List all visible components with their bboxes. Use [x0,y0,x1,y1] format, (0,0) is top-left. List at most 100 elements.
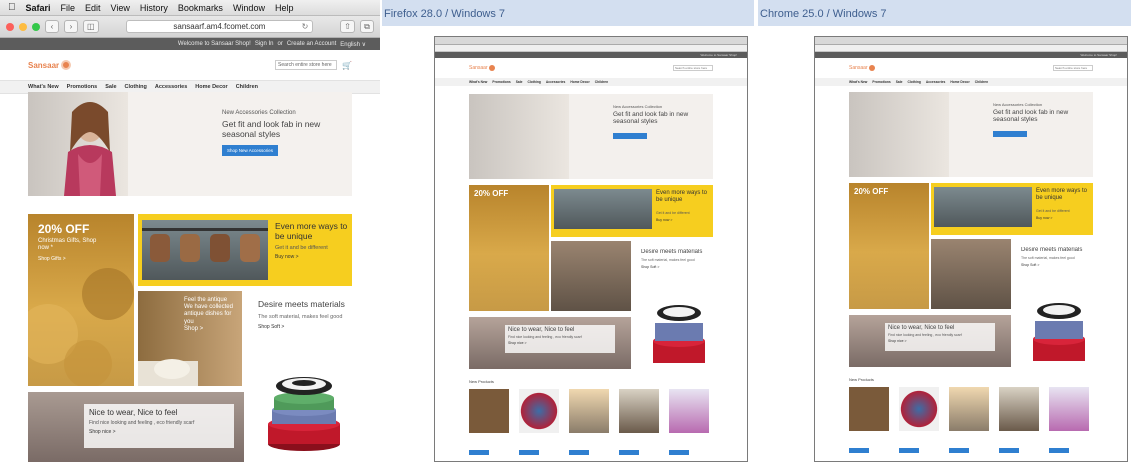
cr-shop-nice-link[interactable]: Shop nice > [888,339,992,343]
cr-product-5[interactable] [1049,387,1089,453]
cr-nav-accessories[interactable]: Accessories [926,80,945,84]
cr-product-3[interactable] [949,387,989,453]
nav-home-decor[interactable]: Home Decor [195,84,227,90]
search-input[interactable]: Search entire store here [275,60,338,70]
shop-nice-link[interactable]: Shop nice > [89,429,229,435]
cr-buy-now-link[interactable]: Buy now > [1036,216,1052,220]
cr-antique-tile[interactable] [931,239,1011,309]
nav-whats-new[interactable]: What's New [28,84,59,90]
cr-nav-home-decor[interactable]: Home Decor [950,80,969,84]
ff-bags-tile[interactable]: Even more ways to be unique Get it and b… [551,185,713,237]
firefox-search-input[interactable]: Search entire store here [673,65,713,71]
ff-product-4-cart-button[interactable] [619,450,639,455]
shop-soft-link[interactable]: Shop Soft > [258,324,353,330]
menu-edit[interactable]: Edit [85,3,101,13]
menu-bookmarks[interactable]: Bookmarks [178,3,223,13]
ff-nav-whats-new[interactable]: What's New [469,80,487,84]
address-bar[interactable]: sansaarf.am4.fcomet.com ↻ [125,20,314,33]
cr-product-4-cart-button[interactable] [999,448,1019,453]
minimize-window-button[interactable] [19,22,27,31]
menu-history[interactable]: History [140,3,168,13]
chrome-site-logo[interactable]: Sansaar [849,65,875,71]
nav-accessories[interactable]: Accessories [155,84,187,90]
reload-icon[interactable]: ↻ [302,22,309,31]
ff-buy-now-link[interactable]: Buy now > [656,218,672,222]
cr-wear-tile[interactable]: Nice to wear, Nice to feel Find nice loo… [849,315,1011,367]
ff-product-1-cart-button[interactable] [469,450,489,455]
chrome-search-input[interactable]: Search entire store here [1053,65,1093,71]
cr-bags-tile[interactable]: Even more ways to be unique Get it and b… [931,183,1093,235]
nav-children[interactable]: Children [236,84,258,90]
cr-product-2[interactable] [899,387,939,453]
promo-antique-tile[interactable]: Feel the antique We have collected antiq… [138,291,242,386]
menu-safari[interactable]: Safari [26,3,51,13]
firefox-hero[interactable]: New Accessories Collection Get fit and l… [469,94,713,179]
sign-in-link[interactable]: Sign In [255,41,274,47]
hero-banner[interactable]: New Accessories Collection Get fit and l… [28,92,352,196]
cr-nav-sale[interactable]: Sale [896,80,903,84]
tabs-icon[interactable]: ⧉ [360,20,374,33]
ff-product-3[interactable] [569,389,609,455]
cr-product-1[interactable] [849,387,889,453]
sidebar-icon[interactable]: ◫ [83,20,99,33]
apple-icon[interactable]:  [8,2,16,13]
ff-nav-clothing[interactable]: Clothing [528,80,541,84]
promo-wear-tile[interactable]: Nice to wear, Nice to feel Find nice loo… [28,392,244,462]
promo-bags-tile[interactable]: Even more ways to be unique Get it and b… [138,214,352,286]
shop-accessories-button[interactable]: Shop New Accessories [222,145,279,157]
cr-nav-clothing[interactable]: Clothing [908,80,921,84]
promo-soft-tile[interactable]: Desire meets materials The soft material… [258,300,353,360]
ff-product-5[interactable] [669,389,709,455]
ff-product-2-cart-button[interactable] [519,450,539,455]
menu-window[interactable]: Window [233,3,265,13]
cr-nav-whats-new[interactable]: What's New [849,80,867,84]
cr-product-5-cart-button[interactable] [1049,448,1069,453]
nav-promotions[interactable]: Promotions [67,84,98,90]
cr-shop-soft-link[interactable]: Shop Soft > [1021,263,1091,267]
ff-soft-tile[interactable]: Desire meets materials The soft material… [641,249,711,289]
promo-autumn-tile[interactable]: 20% OFF Christmas Gifts, Shop now * Shop… [28,214,134,386]
chrome-url-bar[interactable] [815,45,1127,52]
promo-antique-link[interactable]: Shop > [184,326,239,333]
language-select[interactable]: English ∨ [340,41,366,48]
cr-nav-children[interactable]: Children [975,80,988,84]
back-icon[interactable]: ‹ [45,20,59,33]
ff-nav-children[interactable]: Children [595,80,608,84]
ff-shop-soft-link[interactable]: Shop Soft > [641,265,711,269]
ff-nav-home-decor[interactable]: Home Decor [570,80,589,84]
cart-icon[interactable]: 🛒 [342,61,352,70]
menu-view[interactable]: View [111,3,130,13]
cr-product-3-cart-button[interactable] [949,448,969,453]
cr-nav-promotions[interactable]: Promotions [872,80,890,84]
shop-gifts-link[interactable]: Shop Gifts > [38,256,66,262]
cr-hero-button[interactable] [993,130,1027,137]
ff-wear-tile[interactable]: Nice to wear, Nice to feel Find nice loo… [469,317,631,369]
ff-nav-accessories[interactable]: Accessories [546,80,565,84]
firefox-site-logo[interactable]: Sansaar [469,65,495,71]
nav-sale[interactable]: Sale [105,84,116,90]
site-logo[interactable]: Sansaar [28,60,72,70]
ff-hero-button[interactable] [613,132,647,139]
cr-product-1-cart-button[interactable] [849,448,869,453]
ff-autumn-tile[interactable]: 20% OFF [469,185,549,311]
ff-nav-promotions[interactable]: Promotions [492,80,510,84]
cr-product-4[interactable] [999,387,1039,453]
ff-product-4[interactable] [619,389,659,455]
zoom-window-button[interactable] [32,22,40,31]
firefox-url-bar[interactable] [435,45,747,52]
ff-product-2[interactable] [519,389,559,455]
ff-product-5-cart-button[interactable] [669,450,689,455]
cr-soft-tile[interactable]: Desire meets materials The soft material… [1021,247,1091,287]
chrome-hero[interactable]: New Accessories Collection Get fit and l… [849,92,1093,177]
buy-now-link[interactable]: Buy now > [275,254,349,260]
cr-product-2-cart-button[interactable] [899,448,919,453]
create-account-link[interactable]: Create an Account [287,41,336,47]
close-window-button[interactable] [6,22,14,31]
ff-shop-nice-link[interactable]: Shop nice > [508,341,612,345]
share-icon[interactable]: ⇧ [340,20,355,33]
ff-antique-tile[interactable] [551,241,631,311]
cr-autumn-tile[interactable]: 20% OFF [849,183,929,309]
ff-product-3-cart-button[interactable] [569,450,589,455]
menu-file[interactable]: File [61,3,76,13]
nav-clothing[interactable]: Clothing [125,84,147,90]
